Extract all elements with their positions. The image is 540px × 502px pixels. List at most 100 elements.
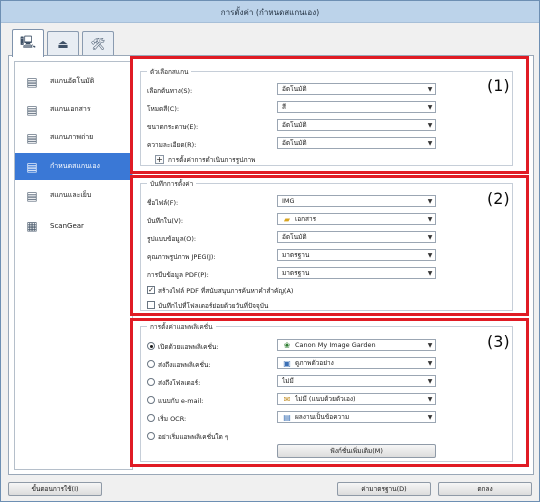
chevron-down-icon: ▼ bbox=[427, 395, 433, 403]
save-in-dropdown[interactable]: ▰ เอกสาร ▼ bbox=[277, 213, 436, 225]
chevron-down-icon: ▼ bbox=[427, 341, 433, 349]
open-with-app-radio[interactable] bbox=[147, 342, 155, 350]
send-to-folder-radio[interactable] bbox=[147, 378, 155, 386]
main-panel: ▤ สแกนอัตโนมัติ ▤ สแกนเอกสาร ▤ สแกนภาพถ่… bbox=[8, 55, 534, 475]
sidebar-item-label: ScanGear bbox=[50, 221, 84, 230]
open-with-app-dropdown[interactable]: ❀ Canon My Image Garden ▼ bbox=[277, 339, 436, 351]
preview-icon: ▣ bbox=[283, 358, 291, 368]
folder-icon: ▰ bbox=[283, 214, 291, 224]
title-bar: การตั้งค่า (กำหนดสแกนเอง) bbox=[1, 1, 539, 23]
save-in-label: บันทึกใน(V): bbox=[147, 217, 184, 225]
file-name-label: ชื่อไฟล์(F): bbox=[147, 199, 179, 207]
tab-bar: 🖳 ⏏ 🛠 bbox=[9, 29, 529, 57]
select-source-dropdown[interactable]: อัตโนมัติ ▼ bbox=[277, 83, 436, 95]
chevron-down-icon: ▼ bbox=[427, 103, 433, 111]
send-to-app-label: ส่งถึงแอพพลิเคชั่น: bbox=[158, 361, 211, 369]
section-number-2: (2) bbox=[487, 189, 510, 208]
jpeg-quality-dropdown[interactable]: มาตรฐาน ▼ bbox=[277, 249, 436, 261]
sidebar-item-label: สแกนและเย็บ bbox=[50, 191, 92, 199]
tools-icon: 🛠 bbox=[90, 37, 106, 51]
chevron-down-icon: ▼ bbox=[427, 359, 433, 367]
save-settings-title: บันทึกการตั้งค่า bbox=[147, 179, 197, 189]
paper-size-label: ขนาดกระดาษ(E): bbox=[147, 123, 199, 131]
chevron-down-icon: ▼ bbox=[427, 139, 433, 147]
auto-scan-icon: ▤ bbox=[26, 74, 38, 89]
send-to-folder-label: ส่งถึงโฟลเดอร์: bbox=[158, 379, 201, 387]
chevron-down-icon: ▼ bbox=[427, 197, 433, 205]
window-title: การตั้งค่า (กำหนดสแกนเอง) bbox=[220, 8, 320, 17]
send-to-app-dropdown[interactable]: ▣ ดูภาพตัวอย่าง ▼ bbox=[277, 357, 436, 369]
defaults-button[interactable]: ค่ามาตรฐาน(D) bbox=[337, 482, 431, 496]
send-to-folder-dropdown[interactable]: ไม่มี ▼ bbox=[277, 375, 436, 387]
sidebar-item-stitch[interactable]: ▤ สแกนและเย็บ bbox=[15, 182, 132, 209]
ok-button[interactable]: ตกลง bbox=[438, 482, 532, 496]
chevron-down-icon: ▼ bbox=[427, 85, 433, 93]
settings-window: การตั้งค่า (กำหนดสแกนเอง) 🖳 ⏏ 🛠 ▤ สแกนอั… bbox=[0, 0, 540, 502]
section-number-3: (3) bbox=[487, 332, 510, 351]
keyword-pdf-checkbox[interactable]: ✓ bbox=[147, 286, 155, 294]
attach-email-dropdown[interactable]: ✉ ไม่มี (แนบด้วยตัวเอง) ▼ bbox=[277, 393, 436, 405]
custom-scan-icon: ▤ bbox=[26, 159, 38, 174]
section-number-1: (1) bbox=[487, 76, 510, 95]
attach-email-label: แนบกับ e-mail: bbox=[158, 397, 204, 405]
resolution-dropdown[interactable]: อัตโนมัติ ▼ bbox=[277, 137, 436, 149]
open-with-app-label: เปิดด้วยแอพพลิเคชั่น: bbox=[158, 343, 219, 351]
attach-email-radio[interactable] bbox=[147, 396, 155, 404]
send-to-app-radio[interactable] bbox=[147, 360, 155, 368]
stitch-icon: ▤ bbox=[26, 188, 38, 203]
scan-computer-icon: 🖳 bbox=[19, 35, 36, 49]
start-ocr-dropdown[interactable]: ▤ ผลงานเป็นข้อความ ▼ bbox=[277, 411, 436, 423]
sidebar: ▤ สแกนอัตโนมัติ ▤ สแกนเอกสาร ▤ สแกนภาพถ่… bbox=[14, 61, 133, 470]
photo-icon: ▤ bbox=[26, 130, 38, 145]
subfolder-date-label: บันทึกไปที่โฟลเดอร์ย่อยด้วยวันที่ปัจจุบั… bbox=[158, 302, 269, 310]
sidebar-item-label: กำหนดสแกนเอง bbox=[50, 162, 100, 170]
start-ocr-label: เริ่ม OCR: bbox=[158, 415, 187, 423]
no-app-radio[interactable] bbox=[147, 432, 155, 440]
app-settings-title: การตั้งค่าแอพพลิเคชั่น bbox=[147, 322, 216, 332]
scanner-icon: ⏏ bbox=[57, 37, 69, 51]
sidebar-item-label: สแกนภาพถ่าย bbox=[50, 133, 94, 141]
sidebar-item-scangear[interactable]: ▦ ScanGear bbox=[15, 212, 132, 239]
document-icon: ▤ bbox=[26, 102, 38, 117]
tab-general-settings[interactable]: 🛠 bbox=[82, 31, 114, 56]
my-image-garden-icon: ❀ bbox=[283, 340, 291, 350]
sidebar-item-custom[interactable]: ▤ กำหนดสแกนเอง bbox=[15, 153, 132, 180]
tab-scan-from-panel[interactable]: ⏏ bbox=[47, 31, 79, 56]
chevron-down-icon: ▼ bbox=[427, 377, 433, 385]
sidebar-item-label: สแกนอัตโนมัติ bbox=[50, 77, 95, 85]
sidebar-item-document[interactable]: ▤ สแกนเอกสาร bbox=[15, 96, 132, 123]
pdf-compression-dropdown[interactable]: มาตรฐาน ▼ bbox=[277, 267, 436, 279]
subfolder-date-checkbox[interactable] bbox=[147, 301, 155, 309]
file-name-input[interactable]: IMG ▼ bbox=[277, 195, 436, 207]
keyword-pdf-label: สร้างไฟล์ PDF ที่สนับสนุนการค้นหาคำสำคัญ… bbox=[158, 287, 294, 295]
select-source-label: เลือกต้นทาง(S): bbox=[147, 87, 193, 95]
mail-icon: ✉ bbox=[283, 394, 291, 404]
image-processing-expander[interactable]: การตั้งค่าการดำเนินการรูปภาพ bbox=[168, 155, 255, 165]
no-app-label: อย่าเริ่มแอพพลิเคชั่นใด ๆ bbox=[158, 433, 229, 441]
start-ocr-radio[interactable] bbox=[147, 414, 155, 422]
pdf-compression-label: การบีบข้อมูล PDF(P): bbox=[147, 271, 209, 279]
sidebar-item-photo[interactable]: ▤ สแกนภาพถ่าย bbox=[15, 124, 132, 151]
resolution-label: ความละเอียด(R): bbox=[147, 141, 197, 149]
chevron-down-icon: ▼ bbox=[427, 215, 433, 223]
paper-size-dropdown[interactable]: อัตโนมัติ ▼ bbox=[277, 119, 436, 131]
jpeg-quality-label: คุณภาพรูปภาพ JPEG(J): bbox=[147, 253, 216, 261]
chevron-down-icon: ▼ bbox=[427, 121, 433, 129]
color-mode-dropdown[interactable]: สี ▼ bbox=[277, 101, 436, 113]
expand-icon[interactable]: + bbox=[155, 155, 164, 164]
chevron-down-icon: ▼ bbox=[427, 269, 433, 277]
chevron-down-icon: ▼ bbox=[427, 233, 433, 241]
color-mode-label: โหมดสี(C): bbox=[147, 105, 180, 113]
ocr-icon: ▤ bbox=[283, 412, 291, 422]
data-format-label: รูปแบบข้อมูล(O): bbox=[147, 235, 197, 243]
more-functions-button[interactable]: ฟังก์ชั่นเพิ่มเติม(M) bbox=[277, 444, 436, 458]
scangear-icon: ▦ bbox=[26, 218, 38, 233]
tab-scan-from-computer[interactable]: 🖳 bbox=[12, 29, 44, 57]
chevron-down-icon: ▼ bbox=[427, 251, 433, 259]
chevron-down-icon: ▼ bbox=[427, 413, 433, 421]
scan-options-title: ตัวเลือกสแกน bbox=[147, 67, 192, 77]
instructions-button[interactable]: ขั้นตอนการใช้(I) bbox=[8, 482, 102, 496]
sidebar-item-auto-scan[interactable]: ▤ สแกนอัตโนมัติ bbox=[15, 68, 132, 95]
data-format-dropdown[interactable]: อัตโนมัติ ▼ bbox=[277, 231, 436, 243]
sidebar-item-label: สแกนเอกสาร bbox=[50, 105, 91, 113]
